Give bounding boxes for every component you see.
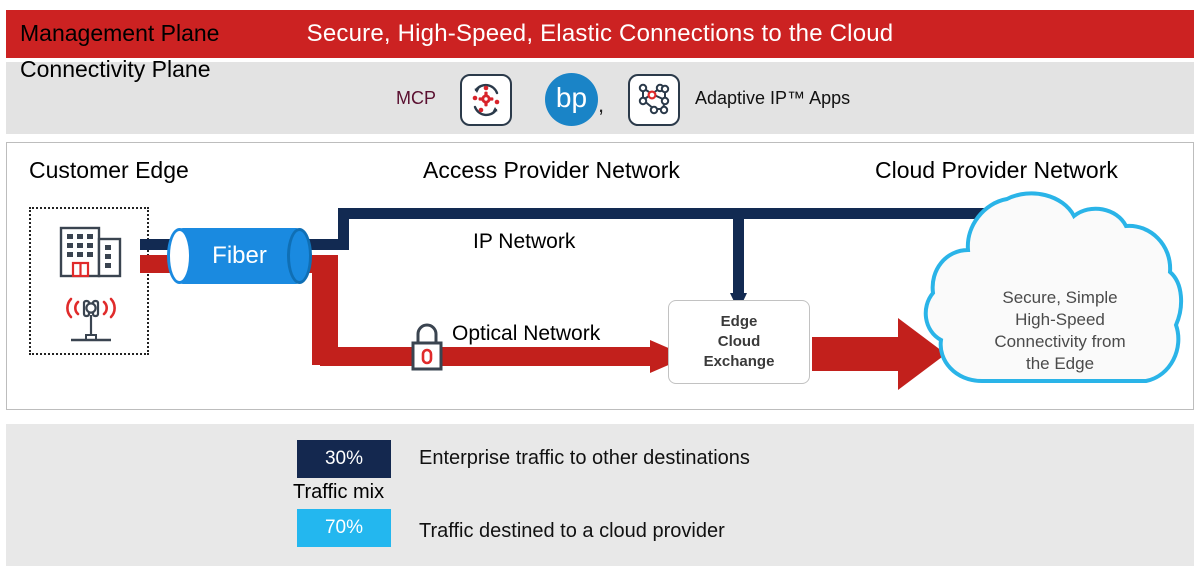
management-plane-label: Management Plane	[20, 20, 220, 46]
traffic-mix-label: Traffic mix	[293, 481, 385, 503]
fiber-node[interactable]: Fiber	[167, 228, 312, 284]
cloud-line-1: Secure, Simple	[1002, 288, 1118, 307]
optical-network-label: Optical Network	[452, 322, 601, 345]
traffic-chip-30-value: 30%	[324, 448, 364, 469]
adaptive-ip-apps-label: Adaptive IP™ Apps	[695, 88, 851, 108]
ece-line-1: Edge	[720, 313, 758, 330]
mcp-label: MCP	[396, 88, 436, 108]
cloud-description: Secure, Simple High-Speed Connectivity f…	[972, 287, 1148, 375]
padlock-icon	[411, 323, 443, 371]
customer-edge-boundary	[29, 207, 149, 355]
traffic-chip-30: 30%	[297, 440, 391, 478]
edge-cloud-exchange-node[interactable]: Edge Cloud Exchange	[668, 300, 810, 384]
traffic-chip-70: 70%	[297, 509, 391, 547]
ece-line-3: Exchange	[703, 353, 775, 370]
traffic-legend-30: Enterprise traffic to other destinations	[419, 447, 750, 469]
traffic-chip-70-value: 70%	[324, 517, 364, 538]
bp-logo[interactable]: bp	[545, 73, 598, 126]
fiber-label: Fiber	[212, 242, 267, 269]
logo-separator: ,	[598, 92, 605, 117]
ip-network-label: IP Network	[473, 230, 576, 253]
heading-access-provider-network: Access Provider Network	[423, 157, 680, 183]
network-nodes-icon[interactable]	[628, 74, 680, 126]
gear-sync-icon[interactable]	[460, 74, 512, 126]
heading-customer-edge: Customer Edge	[29, 157, 189, 183]
gear-sync-icon-glyph	[472, 83, 500, 117]
connectivity-plane-label: Connectivity Plane	[20, 56, 211, 82]
cell-tower-icon	[66, 297, 116, 342]
bp-logo-text: bp	[555, 81, 588, 113]
connectivity-plane-band	[6, 424, 1194, 566]
slide-canvas: Secure, High-Speed, Elastic Connections …	[0, 0, 1200, 575]
ece-line-2: Cloud	[717, 333, 761, 350]
traffic-legend-70: Traffic destined to a cloud provider	[419, 520, 725, 542]
heading-cloud-provider-network: Cloud Provider Network	[875, 157, 1118, 183]
cloud-line-4: the Edge	[1025, 354, 1095, 373]
office-building-icon	[59, 226, 122, 278]
page-title: Secure, High-Speed, Elastic Connections …	[306, 20, 894, 47]
cloud-line-3: Connectivity from	[994, 332, 1126, 351]
network-nodes-icon-glyph	[638, 83, 670, 115]
cloud-line-2: High-Speed	[1015, 310, 1105, 329]
